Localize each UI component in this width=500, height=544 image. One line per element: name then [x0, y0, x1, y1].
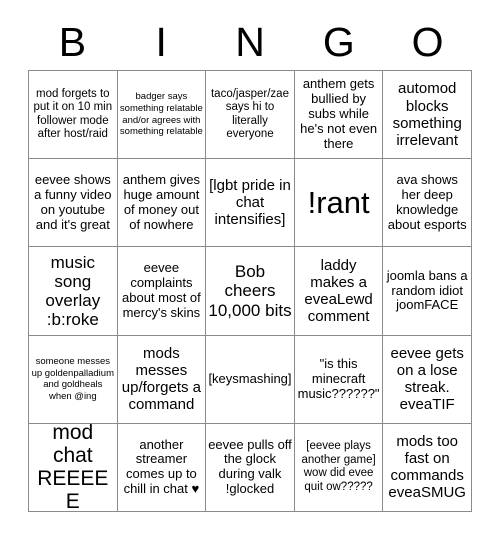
bingo-square[interactable]: [keysmashing]	[206, 335, 295, 424]
bingo-square[interactable]: Bob cheers 10,000 bits	[206, 247, 295, 336]
bingo-header: B I N G O	[28, 18, 472, 66]
bingo-square-text: mods messes up/forgets a command	[121, 345, 201, 414]
bingo-square[interactable]: another streamer comes up to chill in ch…	[117, 423, 207, 512]
bingo-square[interactable]: [eevee plays another game] wow did evee …	[294, 423, 384, 512]
bingo-square[interactable]: eevee gets on a lose streak. eveaTIF	[383, 335, 472, 424]
bingo-square-text: !rant	[307, 184, 370, 220]
bingo-square-text: mods too fast on commands eveaSMUG	[388, 433, 466, 502]
bingo-square[interactable]: anthem gets bullied by subs while he's n…	[294, 71, 384, 160]
bingo-square[interactable]: mods messes up/forgets a command	[117, 335, 207, 424]
bingo-square[interactable]: someone messes up goldenpalladium and go…	[29, 335, 118, 424]
bingo-square[interactable]: mod chat REEEEE	[29, 423, 118, 512]
bingo-square[interactable]: "is this minecraft music??????"	[294, 335, 384, 424]
bingo-card: B I N G O mod forgets to put it on 10 mi…	[0, 0, 500, 544]
bingo-square[interactable]: music song overlay :b:roke	[29, 247, 118, 336]
bingo-square-text: ava shows her deep knowledge about espor…	[387, 171, 467, 232]
bingo-square[interactable]: ava shows her deep knowledge about espor…	[383, 159, 472, 248]
bingo-square-text: eevee pulls off the glock during valk !g…	[208, 436, 292, 497]
bingo-square-text: [eevee plays another game] wow did evee …	[301, 440, 376, 493]
bingo-square-text: eevee complaints about most of mercy's s…	[122, 260, 201, 320]
bingo-square-text: eevee gets on a lose streak. eveaTIF	[390, 345, 464, 414]
bingo-square-text: "is this minecraft music??????"	[297, 355, 380, 401]
bingo-square[interactable]: !rant	[294, 159, 384, 248]
bingo-square-text: eevee shows a funny video on youtube and…	[34, 171, 112, 232]
bingo-square[interactable]: mods too fast on commands eveaSMUG	[383, 423, 472, 512]
bingo-square-text: mod forgets to put it on 10 min follower…	[33, 87, 113, 141]
bingo-square-text: another streamer comes up to chill in ch…	[123, 436, 200, 497]
bingo-square[interactable]: [lgbt pride in chat intensifies]	[206, 159, 295, 248]
bingo-header-letter-g: G	[322, 18, 355, 65]
bingo-square-text: Bob cheers 10,000 bits	[208, 262, 292, 320]
bingo-square-text: automod blocks something irrelevant	[392, 80, 462, 149]
bingo-square[interactable]: automod blocks something irrelevant	[383, 71, 472, 160]
bingo-square-text: badger says something relatable and/or a…	[119, 91, 203, 138]
bingo-header-letter-n: N	[235, 18, 265, 65]
bingo-header-letter-b: B	[58, 18, 87, 65]
bingo-square-text: anthem gives huge amount of money out of…	[122, 171, 201, 232]
bingo-square[interactable]: joomla bans a random idiot joomFACE	[383, 247, 472, 336]
bingo-square[interactable]: eevee shows a funny video on youtube and…	[29, 159, 118, 248]
bingo-grid: mod forgets to put it on 10 min follower…	[28, 70, 472, 512]
bingo-header-letter-i: I	[155, 18, 167, 65]
bingo-square-text: music song overlay :b:roke	[45, 252, 101, 330]
bingo-square-text: taco/jasper/zae says hi to literally eve…	[210, 87, 289, 141]
bingo-square-text: joomla bans a random idiot joomFACE	[386, 267, 468, 313]
bingo-square-text: mod chat REEEEE	[37, 423, 109, 512]
bingo-square-text: someone messes up goldenpalladium and go…	[31, 356, 114, 402]
bingo-square[interactable]: badger says something relatable and/or a…	[117, 71, 207, 160]
bingo-square[interactable]: eevee complaints about most of mercy's s…	[117, 247, 207, 336]
bingo-square-text: anthem gets bullied by subs while he's n…	[300, 76, 378, 151]
bingo-square[interactable]: taco/jasper/zae says hi to literally eve…	[206, 71, 295, 160]
bingo-square[interactable]: mod forgets to put it on 10 min follower…	[29, 71, 118, 160]
bingo-square-text: laddy makes a eveaLewd comment	[304, 256, 373, 326]
bingo-header-letter-o: O	[411, 18, 444, 65]
bingo-square[interactable]: anthem gives huge amount of money out of…	[117, 159, 207, 248]
bingo-square[interactable]: laddy makes a eveaLewd comment	[294, 247, 384, 336]
bingo-square[interactable]: eevee pulls off the glock during valk !g…	[206, 423, 295, 512]
bingo-square-text: [keysmashing]	[208, 370, 292, 386]
bingo-square-text: [lgbt pride in chat intensifies]	[209, 177, 291, 229]
